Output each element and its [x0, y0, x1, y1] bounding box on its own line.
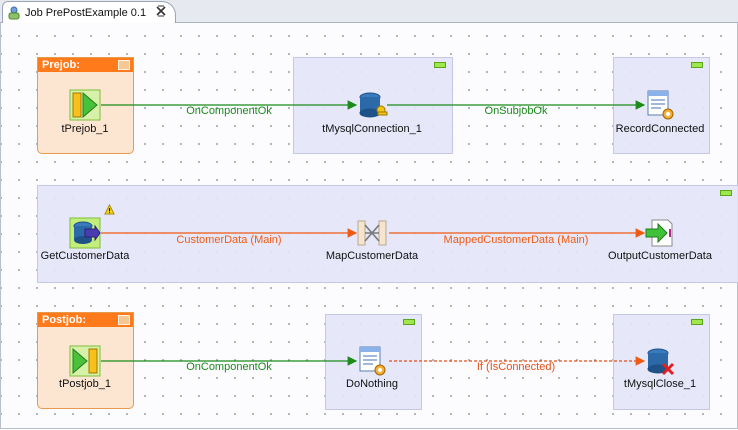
prejob-icon[interactable]: [69, 89, 101, 121]
close-icon[interactable]: [155, 5, 167, 17]
component-label-donothing: DoNothing: [346, 378, 398, 390]
set-global-var-icon[interactable]: [644, 89, 676, 121]
input-component-icon[interactable]: [69, 217, 101, 249]
output-component-icon[interactable]: [644, 217, 676, 249]
link-label-onsubjobok: OnSubjobOk: [484, 105, 548, 117]
warning-icon[interactable]: [104, 204, 115, 215]
mysql-connection-icon[interactable]: [356, 89, 388, 121]
component-label-mapcustomerdata: MapCustomerData: [325, 250, 419, 262]
link-label-oncomponentok-2: OnComponentOk: [186, 361, 272, 373]
link-label-customerdata-main: CustomerData (Main): [176, 234, 282, 246]
link-label-mappedcustomerdata-main: MappedCustomerData (Main): [443, 234, 589, 246]
mysql-close-icon[interactable]: [644, 345, 676, 377]
tmap-icon[interactable]: [356, 217, 388, 249]
editor-tab-bar: Job PrePostExample 0.1: [0, 0, 738, 23]
component-label-tprejob: tPrejob_1: [61, 123, 109, 135]
postjob-icon[interactable]: [69, 345, 101, 377]
set-global-var-icon[interactable]: [356, 345, 388, 377]
tab-title: Job PrePostExample 0.1: [25, 6, 147, 19]
component-label-getcustomerdata: GetCustomerData: [40, 250, 130, 262]
link-label-oncomponentok-1: OnComponentOk: [186, 105, 272, 117]
job-designer-canvas[interactable]: Prejob: Postjob: OnComponentOk OnSubjobO…: [0, 23, 738, 429]
component-label-outputcustomerdata: OutputCustomerData: [608, 250, 712, 262]
component-label-tmysqlclose: tMysqlClose_1: [623, 378, 697, 390]
component-label-tpostjob: tPostjob_1: [59, 378, 111, 390]
component-label-tmysqlconnection: tMysqlConnection_1: [322, 123, 422, 135]
job-icon: [8, 6, 20, 19]
tab-job-prepostexample[interactable]: Job PrePostExample 0.1: [2, 1, 176, 23]
component-label-recordconnected: RecordConnected: [615, 123, 705, 135]
link-label-if-isconnected: If (IsConnected): [476, 361, 556, 373]
